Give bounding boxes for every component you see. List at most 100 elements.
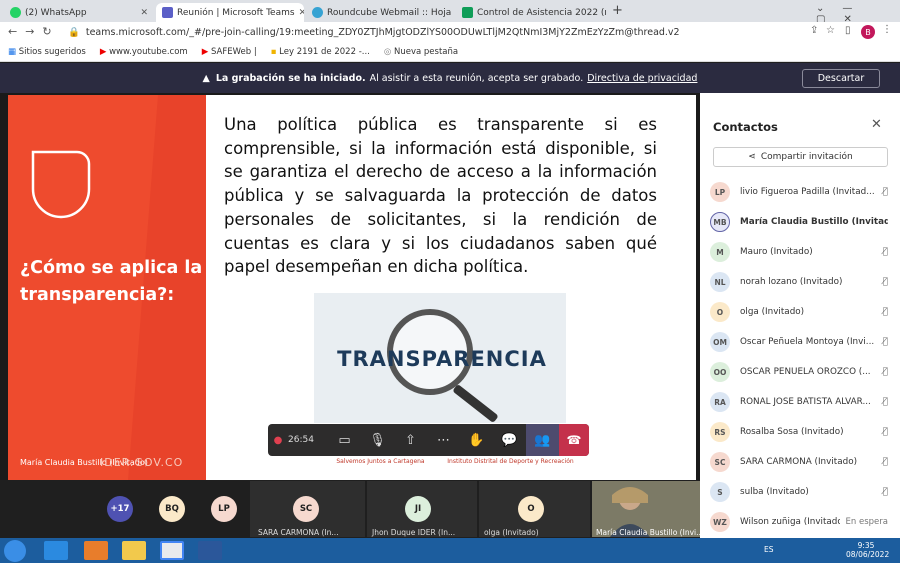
- bookmark-item[interactable]: ▦ Sitios sugeridos: [8, 47, 86, 57]
- participant-name: Rosalba Sosa (Invitado): [740, 427, 844, 437]
- tab-label: Roundcube Webmail :: Hoja de c: [327, 7, 454, 18]
- tab-label: Reunión | Microsoft Teams: [177, 7, 295, 18]
- bookmark-item[interactable]: ◎ Nueva pestaña: [384, 47, 458, 57]
- lock-icon: 🔒: [68, 27, 80, 38]
- participant-avatar: RA: [710, 392, 730, 412]
- participant-name: norah lozano (Invitado): [740, 277, 843, 287]
- participant-avatar: SC: [710, 452, 730, 472]
- clock-date: 08/06/2022: [846, 550, 890, 559]
- presenter-video: María Claudia Bustillo (Invi...: [592, 481, 704, 537]
- participant-row[interactable]: SC SARA CARMONA (Invitado) 🎙̸: [710, 447, 888, 477]
- participant-row[interactable]: OO OSCAR PEÑUELA OROZCO (... 🎙̸: [710, 357, 888, 387]
- nav-buttons[interactable]: ←→↻: [8, 25, 60, 38]
- menu-icon[interactable]: ⋮: [882, 24, 892, 35]
- bookmark-item[interactable]: ▶ www.youtube.com: [100, 47, 188, 57]
- mic-muted-icon: 🎙̸: [882, 187, 888, 197]
- folder-icon[interactable]: [122, 541, 146, 560]
- participant-name: RONAL JOSE BATISTA ALVAR...: [740, 397, 871, 407]
- sheets-icon: [462, 7, 473, 18]
- clock-time: 9:35: [857, 541, 875, 550]
- start-button[interactable]: [4, 540, 26, 562]
- participant-avatar: O: [710, 302, 730, 322]
- participant-avatar: M: [710, 242, 730, 262]
- strip-avatar: BQ: [159, 496, 185, 522]
- call-timer: 26:54: [288, 435, 314, 445]
- mic-muted-icon: 🎙̸: [882, 247, 888, 257]
- camera-off-button[interactable]: ▭: [328, 424, 361, 456]
- sidepanel-icon[interactable]: ▯: [845, 25, 851, 36]
- discard-button[interactable]: Descartar: [802, 69, 880, 88]
- privacy-link[interactable]: Directiva de privacidad: [587, 73, 697, 84]
- participants-button[interactable]: 👥: [526, 424, 559, 456]
- mic-muted-icon: 🎙̸: [882, 307, 888, 317]
- word-icon[interactable]: [198, 541, 222, 560]
- mic-muted-icon: 🎙̸: [882, 427, 888, 437]
- participant-row[interactable]: RS Rosalba Sosa (Invitado) 🎙̸: [710, 417, 888, 447]
- ie-icon[interactable]: [44, 541, 68, 560]
- participant-name: Oscar Peñuela Montoya (Invi...: [740, 337, 875, 347]
- chrome-icon[interactable]: [160, 541, 184, 560]
- share-icon: ⋖: [748, 152, 756, 162]
- record-icon: ▲: [202, 72, 210, 84]
- mic-muted-icon: 🎙̸: [882, 277, 888, 287]
- more-participants-badge[interactable]: +17: [107, 496, 133, 522]
- new-tab-button[interactable]: +: [612, 3, 623, 18]
- tile-label: Jhon Duque IDER (In...: [372, 528, 456, 537]
- participant-row[interactable]: OM Oscar Peñuela Montoya (Invi... 🎙̸: [710, 327, 888, 357]
- tab-label: (2) WhatsApp: [25, 7, 87, 18]
- mic-muted-icon: 🎙̸: [882, 337, 888, 347]
- slide-title: ¿Cómo se aplica la transparencia?:: [20, 258, 203, 305]
- chat-button[interactable]: 💬: [493, 424, 526, 456]
- address-bar-row: ←→↻ 🔒 teams.microsoft.com/_#/pre-join-ca…: [0, 22, 900, 43]
- hang-up-button[interactable]: ☎: [559, 424, 589, 456]
- participant-avatar: RS: [710, 422, 730, 442]
- share-invitation-button[interactable]: ⋖ Compartir invitación: [713, 147, 888, 167]
- strip-avatar: LP: [211, 496, 237, 522]
- participant-row[interactable]: RA RONAL JOSE BATISTA ALVAR... 🎙̸: [710, 387, 888, 417]
- bookmark-item[interactable]: ▶ SAFEWeb |: [202, 47, 257, 57]
- participant-row[interactable]: LP livio Figueroa Padilla (Invitad... 🎙̸: [710, 177, 888, 207]
- url-text: teams.microsoft.com/_#/pre-join-calling/…: [85, 27, 680, 38]
- recording-banner: ▲ La grabación se ha iniciado. Al asisti…: [0, 63, 900, 93]
- participant-row[interactable]: Oolga (Invitado) 🎙̸: [710, 297, 888, 327]
- tab-roundcube[interactable]: Roundcube Webmail :: Hoja de c ✕: [306, 3, 454, 22]
- media-player-icon[interactable]: [84, 541, 108, 560]
- participant-row[interactable]: MB María Claudia Bustillo (Invitado): [710, 207, 888, 237]
- participant-name: María Claudia Bustillo (Invitado): [740, 217, 888, 227]
- participant-avatar: WZ: [710, 512, 730, 532]
- participant-row[interactable]: M Mauro (Invitado) 🎙̸: [710, 237, 888, 267]
- participant-avatar: MB: [710, 212, 730, 232]
- close-tab-icon[interactable]: ✕: [299, 8, 304, 18]
- star-icon[interactable]: ☆: [826, 25, 835, 36]
- call-controls: ● 26:54 ▭ 🎙 ⇧ ⋯ ✋ 💬 👥 ☎: [268, 424, 589, 456]
- roundcube-icon: [312, 7, 323, 18]
- banner-bold-text: La grabación se ha iniciado.: [215, 72, 366, 84]
- participant-row[interactable]: NL norah lozano (Invitado) 🎙̸: [710, 267, 888, 297]
- language-indicator[interactable]: ES: [764, 545, 774, 554]
- share-label: Compartir invitación: [760, 152, 853, 162]
- tile-avatar: SC: [293, 496, 319, 522]
- close-icon[interactable]: ✕: [871, 117, 882, 132]
- mic-off-button[interactable]: 🎙: [361, 424, 394, 456]
- profile-avatar[interactable]: B: [861, 25, 875, 39]
- tab-whatsapp[interactable]: (2) WhatsApp ✕: [4, 3, 154, 22]
- browser-tab-strip: (2) WhatsApp ✕ Reunión | Microsoft Teams…: [0, 0, 900, 25]
- video-label: María Claudia Bustillo (Invi...: [596, 528, 704, 537]
- participant-name: olga (Invitado): [740, 307, 805, 317]
- participant-avatar: OM: [710, 332, 730, 352]
- more-options-button[interactable]: ⋯: [427, 424, 460, 456]
- clock[interactable]: 9:35 08/06/2022: [846, 541, 890, 559]
- participant-row[interactable]: Ssulba (Invitado) 🎙̸: [710, 477, 888, 507]
- raise-hand-button[interactable]: ✋: [460, 424, 493, 456]
- url-field[interactable]: 🔒 teams.microsoft.com/_#/pre-join-callin…: [68, 24, 828, 41]
- participant-name: livio Figueroa Padilla (Invitad...: [740, 187, 875, 197]
- tab-sheets[interactable]: Control de Asistencia 2022 (resp ✕: [456, 3, 606, 22]
- close-tab-icon[interactable]: ✕: [140, 8, 148, 18]
- tab-teams[interactable]: Reunión | Microsoft Teams ✕: [156, 3, 304, 22]
- whatsapp-icon: [10, 7, 21, 18]
- bookmark-item[interactable]: ▪ Ley 2191 de 2022 -...: [271, 47, 370, 57]
- share-screen-button[interactable]: ⇧: [394, 424, 427, 456]
- share-icon[interactable]: ⇪: [810, 25, 818, 36]
- participant-row[interactable]: WZ Wilson zuñiga (Invitado) En espera: [710, 507, 888, 537]
- mic-muted-icon: 🎙̸: [882, 397, 888, 407]
